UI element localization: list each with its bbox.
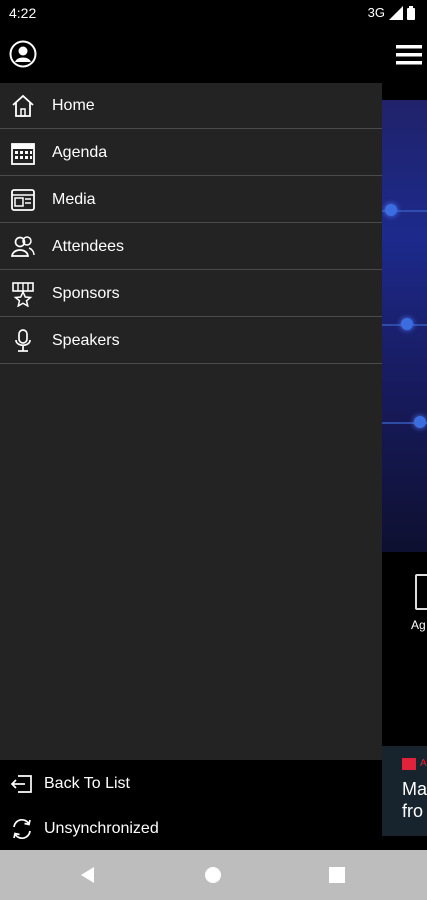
profile-icon[interactable] — [9, 40, 37, 68]
drawer-item-attendees[interactable]: Attendees — [0, 224, 382, 270]
sync-icon — [10, 817, 34, 841]
sync-status-button[interactable]: Unsynchronized — [0, 807, 382, 851]
back-to-list-button[interactable]: Back To List — [0, 762, 382, 806]
drawer-footer: Back To List Unsynchronized — [0, 760, 382, 850]
drawer-item-label: Agenda — [52, 143, 108, 161]
card-text: Ma fro — [402, 779, 427, 821]
agenda-tile-label: Ag — [411, 618, 426, 632]
navigation-drawer: Home Agenda Media Attendees Sponsors Spe… — [0, 83, 382, 760]
status-bar: 4:22 3G — [0, 0, 427, 26]
attendees-icon — [10, 234, 36, 260]
status-time: 4:22 — [9, 5, 37, 21]
card-badge-icon — [402, 758, 416, 770]
calendar-icon — [10, 140, 36, 166]
drawer-item-home[interactable]: Home — [0, 83, 382, 129]
drawer-item-label: Speakers — [52, 331, 120, 349]
drawer-item-agenda[interactable]: Agenda — [0, 130, 382, 176]
drawer-item-media[interactable]: Media — [0, 177, 382, 223]
network-type: 3G — [367, 5, 385, 20]
back-to-list-label: Back To List — [44, 775, 130, 792]
drawer-item-label: Media — [52, 190, 96, 208]
card-badge-label: A — [420, 758, 427, 769]
home-icon — [10, 93, 36, 119]
system-navigation-bar — [0, 850, 427, 900]
drawer-item-speakers[interactable]: Speakers — [0, 318, 382, 364]
back-icon[interactable] — [80, 867, 96, 883]
drawer-item-label: Home — [52, 96, 95, 114]
microphone-icon — [10, 328, 36, 354]
signal-icon — [389, 5, 403, 20]
recent-apps-icon[interactable] — [329, 867, 345, 883]
app-header — [0, 26, 427, 83]
drawer-item-sponsors[interactable]: Sponsors — [0, 271, 382, 317]
sync-status-label: Unsynchronized — [44, 820, 159, 837]
drawer-item-label: Attendees — [52, 237, 125, 255]
news-card: A Ma fro — [382, 746, 427, 836]
status-indicators: 3G — [368, 5, 415, 20]
home-button-icon[interactable] — [205, 867, 221, 883]
back-to-list-icon — [10, 772, 34, 796]
hero-banner — [382, 100, 427, 552]
sponsors-icon — [10, 281, 36, 307]
hamburger-menu-icon[interactable] — [396, 44, 422, 66]
drawer-item-label: Sponsors — [52, 284, 120, 302]
battery-icon — [407, 5, 415, 20]
agenda-tile-icon — [415, 574, 427, 610]
media-icon — [10, 187, 36, 213]
